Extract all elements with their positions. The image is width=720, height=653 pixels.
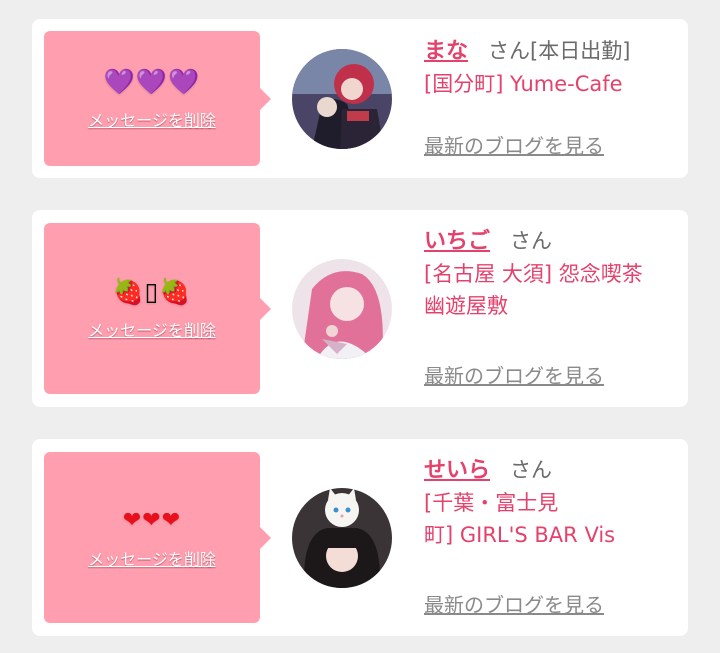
work-status: [本日出勤] [530,39,631,63]
honorific: さん [510,229,553,253]
message-card: 💜💜💜 メッセージを削除 まな さん[本日出勤] [国分町] Yume-Cafe … [32,19,688,178]
cast-name-link[interactable]: まな [424,39,468,64]
strawberry-emoji: 🍓▯🍓 [112,276,192,306]
message-card: ❤❤❤ メッセージを削除 せいら さん [千葉・富士見 町] GIRL'S BAR… [32,439,688,636]
honorific: さん [488,39,531,63]
message-bubble: 🍓▯🍓 メッセージを削除 [44,223,271,394]
shop-line: [千葉・富士見 [424,491,559,515]
avatar[interactable] [292,488,392,588]
avatar[interactable] [292,259,392,359]
latest-blog-link[interactable]: 最新のブログを見る [424,362,604,390]
cast-name-link[interactable]: いちご [424,229,490,254]
delete-message-link[interactable]: メッセージを削除 [88,546,216,570]
shop-line: [国分町] Yume-Cafe [424,72,623,96]
cast-name-link[interactable]: せいら [424,458,490,483]
delete-message-link[interactable]: メッセージを削除 [88,317,216,341]
honorific: さん [510,458,553,482]
latest-blog-link[interactable]: 最新のブログを見る [424,591,604,619]
message-bubble: ❤❤❤ メッセージを削除 [44,452,271,623]
delete-message-link[interactable]: メッセージを削除 [88,107,216,131]
latest-blog-link[interactable]: 最新のブログを見る [424,132,604,160]
shop-line: [名古屋 大須] 怨念喫茶 [424,262,643,286]
shop-line: 町] GIRL'S BAR Vis [424,523,616,547]
heart-emoji: ❤❤❤ [122,507,182,533]
heart-emoji: 💜💜💜 [103,66,201,96]
shop-line: 幽遊屋敷 [424,294,508,318]
message-card: 🍓▯🍓 メッセージを削除 いちご さん [名古屋 大須] 怨念喫茶 幽遊屋敷 最新… [32,210,688,407]
message-bubble: 💜💜💜 メッセージを削除 [44,31,271,166]
avatar[interactable] [292,49,392,149]
